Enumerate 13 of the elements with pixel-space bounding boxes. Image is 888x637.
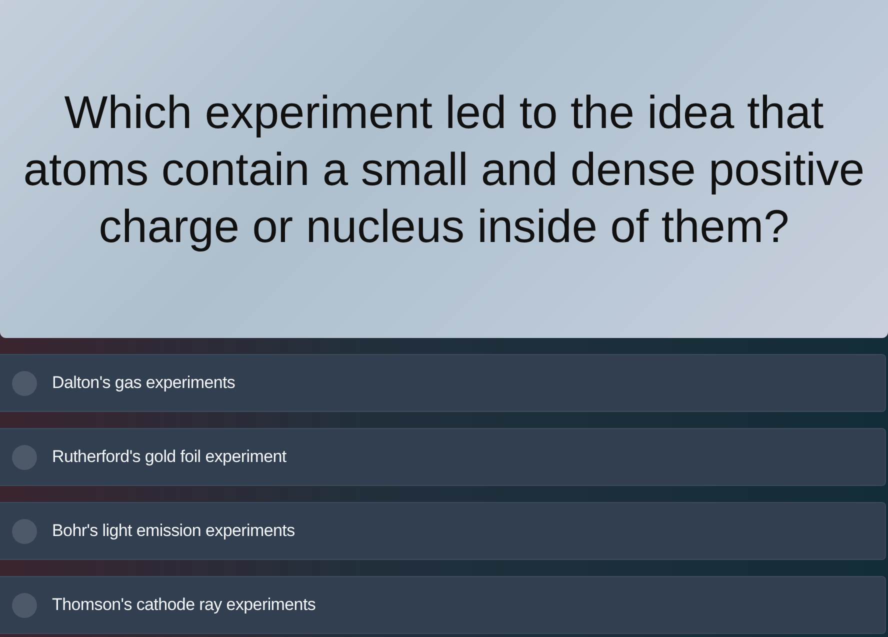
option-label: Bohr's light emission experiments <box>52 521 295 541</box>
option-label: Thomson's cathode ray experiments <box>52 595 316 615</box>
option-label: Rutherford's gold foil experiment <box>52 447 286 467</box>
radio-button[interactable] <box>12 592 37 618</box>
answer-option[interactable]: Rutherford's gold foil experiment <box>0 428 886 486</box>
answer-option[interactable]: Thomson's cathode ray experiments <box>0 576 886 634</box>
radio-button[interactable] <box>12 370 37 396</box>
answer-option[interactable]: Bohr's light emission experiments <box>0 502 886 560</box>
option-label: Dalton's gas experiments <box>52 373 236 393</box>
answer-option[interactable]: Dalton's gas experiments <box>0 354 886 412</box>
question-text: Which experiment led to the idea that atoms contain a small and dense positive charge or nucleus inside of them? <box>22 84 866 254</box>
radio-button[interactable] <box>12 518 37 544</box>
radio-button[interactable] <box>12 444 37 470</box>
